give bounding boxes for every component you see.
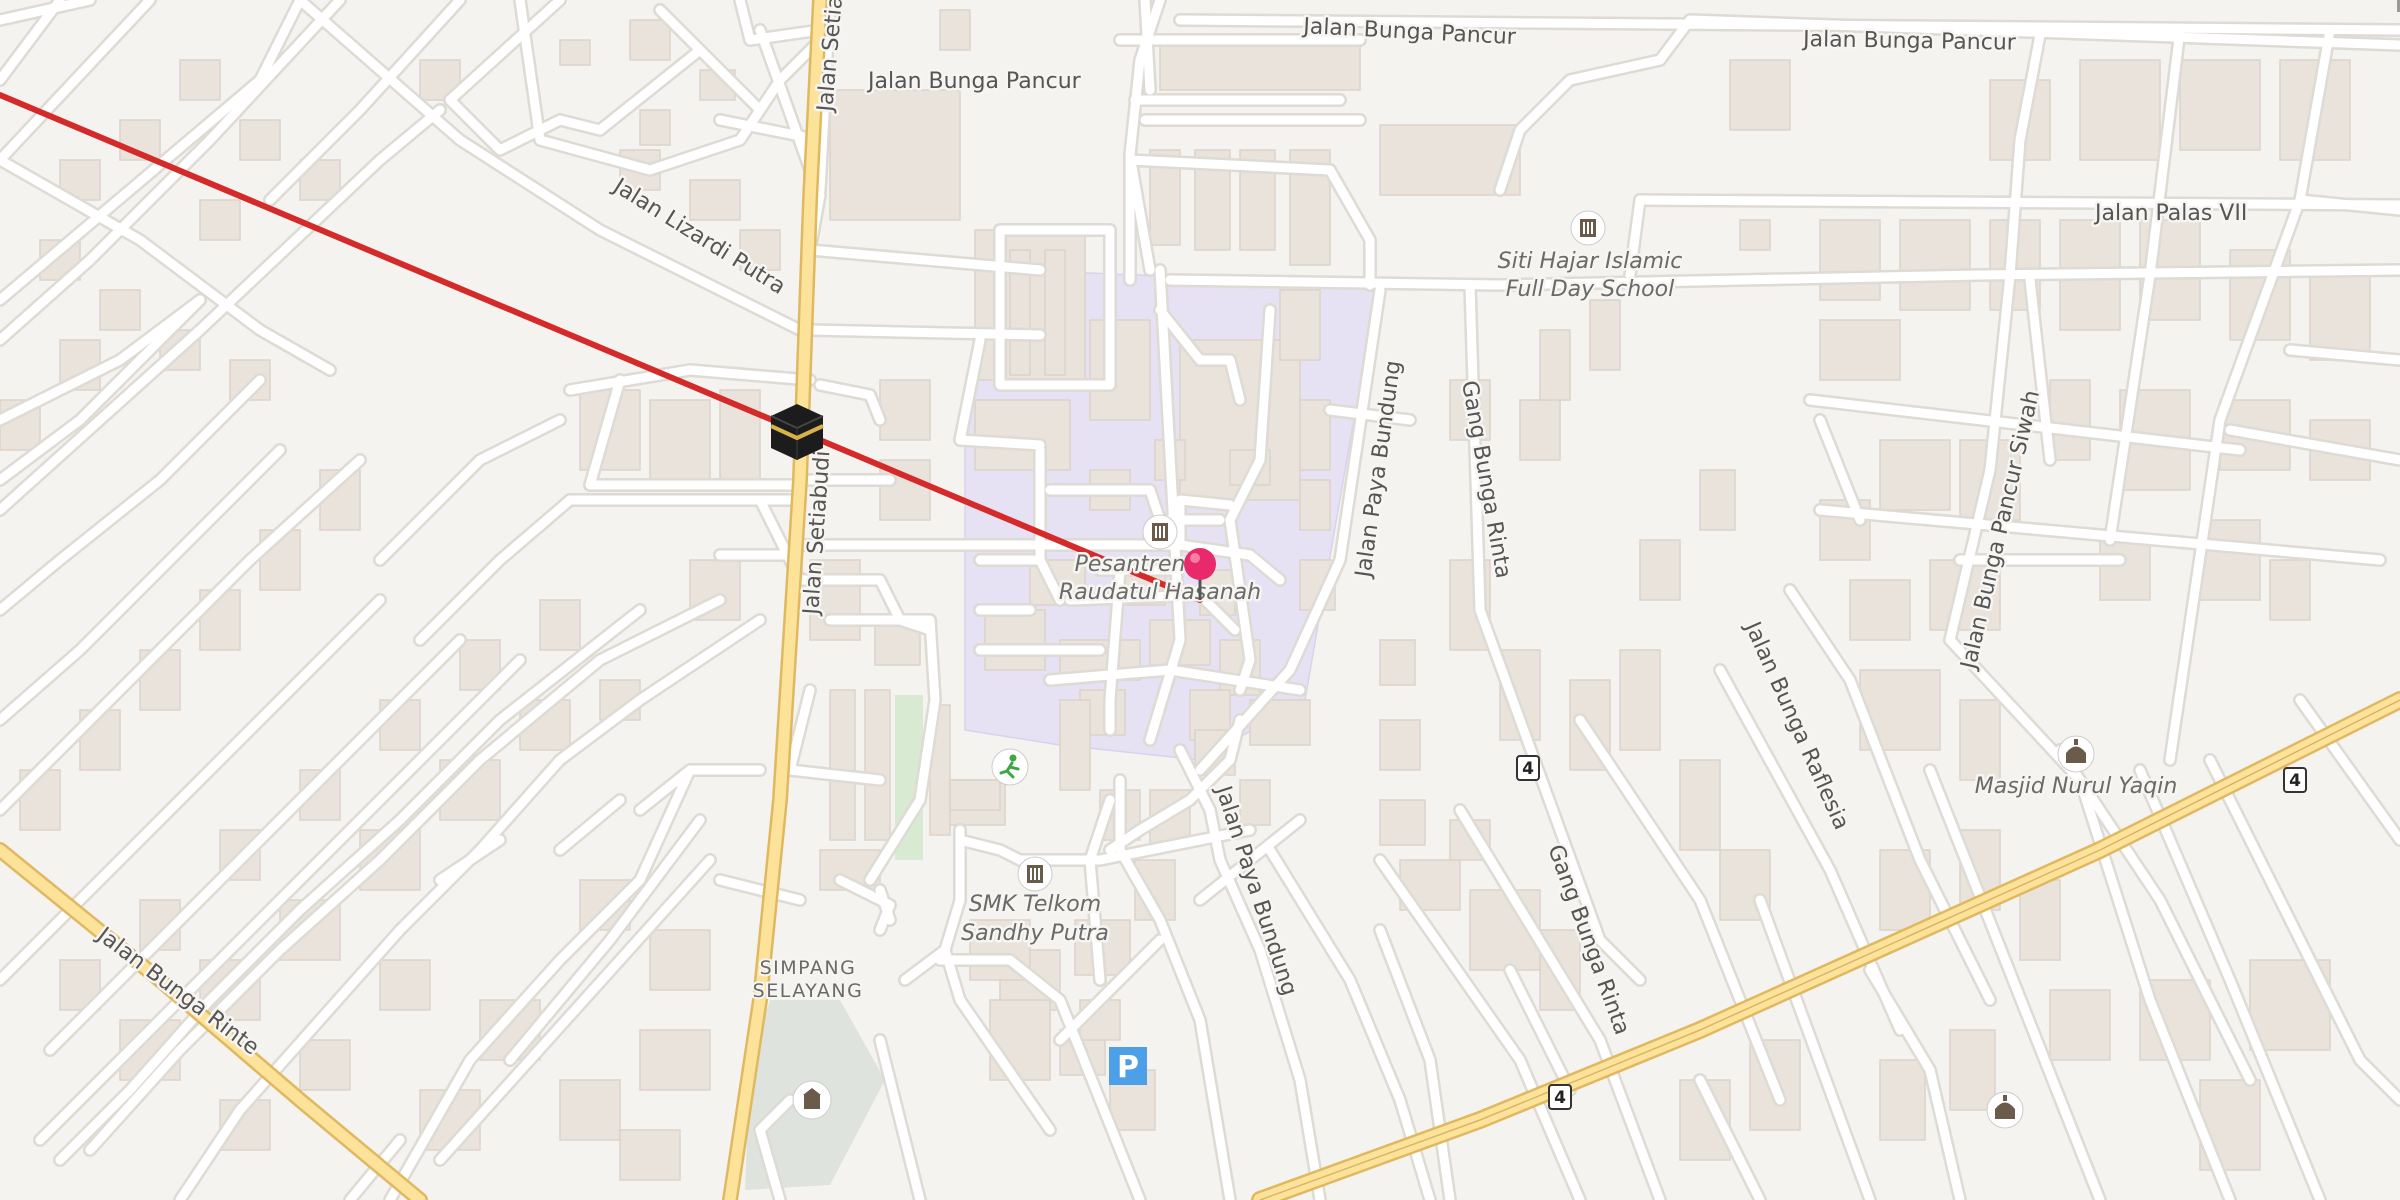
map-layer[interactable]: Jalan Bunga Pancur Jalan Bunga Pancur Ja… bbox=[0, 0, 2400, 1200]
mosque-icon[interactable] bbox=[1986, 1091, 2024, 1129]
route-shield: 4 bbox=[1548, 1084, 1572, 1110]
school-icon[interactable] bbox=[1017, 856, 1053, 892]
street-label: Jalan Palas VII bbox=[2093, 201, 2247, 226]
route-shield: 4 bbox=[1516, 755, 1540, 781]
svg-text:4: 4 bbox=[2289, 771, 2301, 791]
mosque-icon[interactable] bbox=[2057, 735, 2095, 773]
street-label: Jalan Bunga Pancur bbox=[866, 69, 1082, 94]
poi-label: Sandhy Putra bbox=[961, 921, 1109, 946]
map-canvas[interactable]: Jalan Bunga Pancur Jalan Bunga Pancur Ja… bbox=[0, 0, 2400, 1200]
poi-label: Pesantren bbox=[1075, 552, 1186, 577]
area-label: SELAYANG bbox=[753, 980, 864, 1002]
poi-label: SMK Telkom bbox=[969, 892, 1101, 917]
sports-icon[interactable] bbox=[991, 748, 1029, 786]
school-icon[interactable] bbox=[1570, 210, 1606, 246]
poi-label: Raudatul Hasanah bbox=[1059, 580, 1261, 605]
parking-icon[interactable]: P bbox=[1109, 1047, 1147, 1085]
monument-icon[interactable] bbox=[792, 1080, 832, 1120]
area-label: SIMPANG bbox=[760, 957, 857, 979]
route-shield: 4 bbox=[2283, 767, 2307, 793]
poi-label: Siti Hajar Islamic bbox=[1498, 249, 1683, 274]
poi-label: Masjid Nurul Yaqin bbox=[1975, 774, 2178, 799]
street-label: Jalan Bunga Pancur bbox=[1801, 27, 2017, 56]
school-icon[interactable] bbox=[1142, 514, 1178, 550]
svg-text:4: 4 bbox=[1522, 759, 1534, 779]
poi-label: Full Day School bbox=[1506, 277, 1674, 302]
svg-text:P: P bbox=[1117, 1050, 1139, 1085]
svg-text:4: 4 bbox=[1554, 1088, 1566, 1108]
